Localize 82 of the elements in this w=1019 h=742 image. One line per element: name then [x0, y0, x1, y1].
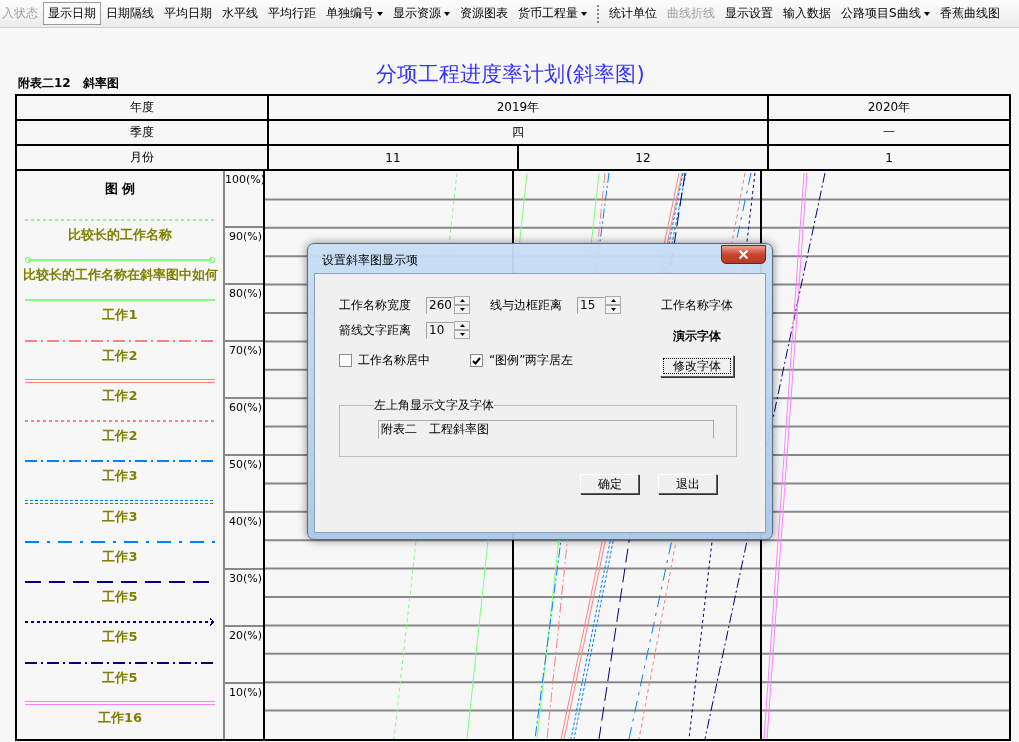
month-cell: 11 [269, 146, 517, 169]
legend-label: 工作16 [97, 708, 143, 727]
row-header: 季度 [17, 121, 267, 144]
toolbar-button[interactable]: 水平线 [217, 2, 263, 25]
row-header: 年度 [17, 96, 267, 119]
toolbar-dropdown-button[interactable]: 公路项目S曲线 [836, 2, 935, 25]
number-field[interactable]: 260 [426, 296, 454, 314]
axis-label: 60(%) [225, 399, 263, 456]
spin-up-button[interactable] [454, 296, 470, 305]
year-cell: 2019年 [269, 96, 767, 119]
checkbox-label: “图例”两字居左 [489, 352, 574, 369]
spin-down-button[interactable] [454, 330, 470, 339]
text-field[interactable]: 附表二 工程斜率图 [378, 420, 714, 439]
field-label: 工作名称宽度 [339, 296, 412, 314]
quarter-cell: 四 [269, 121, 767, 144]
axis-label: 30(%) [225, 570, 263, 627]
field-label: 线与边框距离 [490, 296, 563, 314]
checkbox-label: 工作名称居中 [358, 352, 430, 369]
axis-label: 10(%) [227, 685, 263, 701]
toolbar-button[interactable]: 显示设置 [720, 2, 778, 25]
axis-label: 70(%) [225, 342, 263, 399]
caret-up-icon [459, 324, 465, 327]
dialog-title: 设置斜率图显示项 [321, 251, 418, 269]
spin-up-button[interactable] [605, 296, 621, 305]
legend-title: 图 例 [104, 180, 136, 198]
toolbar-button[interactable]: 统计单位 [604, 2, 662, 25]
year-cell: 2020年 [769, 96, 1009, 119]
month-cell: 12 [519, 146, 767, 169]
font-sample: 演示字体 [673, 328, 721, 345]
legend-label: 工作2 [102, 346, 138, 365]
legend-label: 工作1 [102, 306, 138, 325]
legend-label: 工作2 [102, 427, 138, 446]
toolbar-button[interactable]: 输入数据 [778, 2, 836, 25]
toolbar-button[interactable]: 显示日期 [43, 2, 101, 25]
axis-label: 40(%) [225, 513, 263, 570]
axis-label: 80(%) [225, 285, 263, 342]
toolbar-button[interactable]: 香蕉曲线图 [934, 2, 1005, 25]
legend-label: 工作3 [102, 547, 138, 566]
month-cell: 1 [769, 146, 1009, 169]
caret-up-icon [459, 299, 465, 302]
change-font-button[interactable]: 修改字体 [660, 355, 734, 377]
quarter-cell: 一 [769, 121, 1009, 144]
check-icon [472, 356, 481, 365]
field-label: 箭线文字距离 [339, 321, 412, 339]
exit-button[interactable]: 退出 [658, 474, 717, 494]
toolbar-dropdown-button[interactable]: 单独编号 [321, 2, 388, 25]
toolbar-dropdown-button[interactable]: 货币工程量 [513, 2, 592, 25]
caret-up-icon [610, 299, 616, 302]
toolbar-button[interactable]: 资源图表 [455, 2, 513, 25]
checkbox[interactable] [470, 354, 483, 367]
caret-down-icon [459, 333, 465, 336]
spin-down-button[interactable] [605, 305, 621, 314]
legend-label: 工作3 [102, 467, 138, 486]
table-caption: 附表二12 斜率图 [18, 75, 120, 92]
axis-label: 90(%) [225, 228, 263, 285]
caret-down-icon [459, 308, 465, 311]
group-title: 左上角显示文字及字体 [374, 397, 494, 414]
spin-down-button[interactable] [454, 305, 470, 314]
legend-label: 工作2 [102, 386, 138, 405]
ok-button[interactable]: 确定 [580, 474, 639, 494]
legend-label: 工作5 [102, 668, 138, 687]
close-button[interactable] [721, 245, 766, 264]
checkbox[interactable] [339, 354, 352, 367]
row-header: 月份 [17, 146, 267, 169]
legend-label: 比较长的工作名称 [68, 225, 172, 244]
legend-label: 工作5 [102, 628, 138, 647]
toolbar-button[interactable]: 平均行距 [263, 2, 321, 25]
close-icon [737, 248, 750, 261]
axis-label: 20(%) [225, 627, 263, 684]
toolbar-button[interactable]: 日期隔线 [101, 2, 159, 25]
toolbar-dropdown-button[interactable]: 显示资源 [388, 2, 455, 25]
legend-label: 工作3 [102, 507, 138, 526]
legend-label: 比较长的工作名称在斜率图中如何 [22, 266, 218, 285]
font-label: 工作名称字体 [661, 297, 733, 314]
number-field[interactable]: 15 [577, 296, 605, 314]
caret-down-icon [610, 308, 616, 311]
toolbar-button[interactable]: 平均日期 [159, 2, 217, 25]
number-field[interactable]: 10 [426, 321, 454, 339]
legend-label: 工作5 [102, 588, 138, 607]
spin-up-button[interactable] [454, 321, 470, 330]
axis-label: 50(%) [225, 456, 263, 513]
chart-title: 分项工程进度率计划(斜率图) [376, 61, 645, 88]
